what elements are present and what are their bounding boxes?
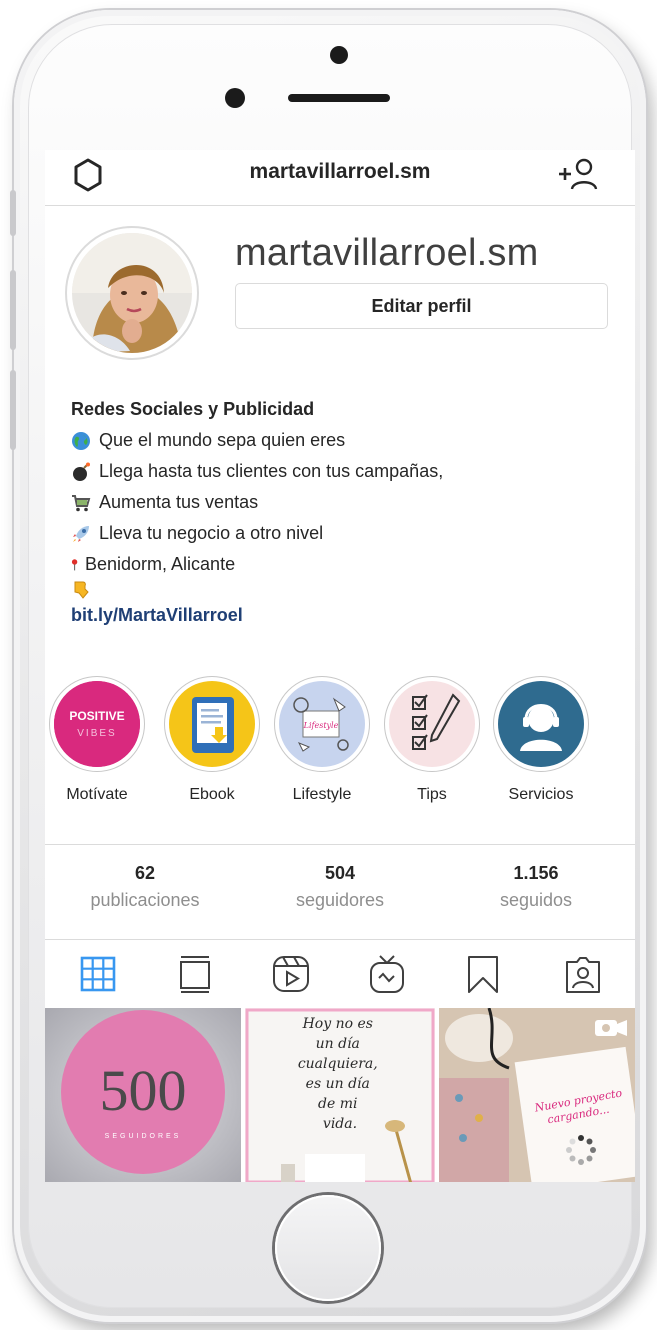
- svg-text:Lifestyle: Lifestyle: [303, 721, 339, 730]
- post-thumbnail[interactable]: Hoy no es un día cualquiera, es un día d…: [245, 1008, 435, 1182]
- highlight-label: Lifestyle: [292, 786, 352, 803]
- shopping-cart-emoji-icon: [72, 494, 91, 511]
- bio-line: [71, 580, 621, 600]
- volume-down-button: [10, 370, 16, 450]
- support-agent-icon: [498, 681, 584, 767]
- post-quote: Hoy no es un día cualquiera, es un día d…: [245, 1008, 435, 1182]
- globe-emoji-icon: [72, 431, 90, 450]
- ebook-tablet-icon: [169, 681, 255, 767]
- stat-following[interactable]: 1.156 seguidos: [438, 863, 634, 911]
- post-thumbnail[interactable]: 500 SEGUIDORES: [45, 1008, 241, 1182]
- bio-line: Que el mundo sepa quien eres: [71, 425, 621, 456]
- highlight-label: Tips: [417, 786, 447, 803]
- bio-line-text: Que el mundo sepa quien eres: [99, 430, 346, 450]
- profile-username: martavillarroel.sm: [235, 232, 539, 274]
- post-500-followers: 500 SEGUIDORES: [45, 1008, 241, 1182]
- front-camera: [225, 88, 245, 108]
- checklist-pen-icon: [389, 681, 475, 767]
- video-post-icon: [595, 1020, 627, 1036]
- stat-label: publicaciones: [90, 890, 200, 910]
- reels-icon[interactable]: [271, 954, 311, 994]
- stat-label: seguidores: [295, 890, 385, 910]
- rocket-emoji-icon: [73, 525, 89, 542]
- highlight-cover: Lifestyle: [279, 681, 365, 767]
- bio-line-text: Lleva tu negocio a otro nivel: [99, 523, 324, 543]
- proximity-sensor: [330, 46, 348, 64]
- bio-line: Lleva tu negocio a otro nivel: [71, 518, 621, 549]
- highlight-lifestyle[interactable]: Lifestyle Lifestyle: [272, 676, 372, 804]
- volume-up-button: [10, 270, 16, 350]
- bomb-emoji-icon: [73, 462, 90, 481]
- post-thumbnail[interactable]: Nuevo proyecto cargando...: [439, 1008, 635, 1182]
- highlight-tips[interactable]: Tips: [382, 676, 482, 804]
- pointing-down-emoji-icon: [74, 581, 89, 599]
- stat-followers[interactable]: 504 seguidores: [242, 863, 438, 911]
- bio-line-text: Aumenta tus ventas: [99, 492, 259, 512]
- highlight-servicios[interactable]: Servicios: [491, 676, 591, 804]
- post-big-number: 500: [100, 1058, 187, 1123]
- add-user-icon[interactable]: [557, 156, 599, 192]
- round-pushpin-emoji-icon: [71, 558, 78, 570]
- tagged-photos-icon[interactable]: [563, 954, 603, 994]
- profile-tabs: [45, 940, 635, 1010]
- silent-switch: [10, 190, 16, 236]
- profile-avatar[interactable]: [65, 226, 199, 360]
- profile-stats: 62 publicaciones 504 seguidores 1.156 se…: [45, 844, 635, 940]
- stat-label: seguidos: [499, 890, 573, 910]
- highlight-cover: [498, 681, 584, 767]
- bio-line-text: Llega hasta tus clientes con tus campaña…: [99, 461, 444, 481]
- lifestyle-collage-icon: Lifestyle: [279, 681, 365, 767]
- grid-icon[interactable]: [78, 954, 118, 994]
- feed-icon[interactable]: [175, 954, 215, 994]
- highlight-ebook[interactable]: Ebook: [162, 676, 262, 804]
- header-username: martavillarroel.sm: [249, 160, 431, 183]
- bio-link[interactable]: bit.ly/MartaVillarroel: [71, 600, 621, 631]
- highlight-cover: POSITIVE VIBES: [54, 681, 140, 767]
- stat-value: 1.156: [513, 863, 559, 883]
- bio-line: Benidorm, Alicante: [71, 549, 621, 580]
- edit-profile-button[interactable]: Editar perfil: [235, 283, 608, 329]
- bio-name: Redes Sociales y Publicidad: [71, 399, 315, 419]
- bio-line: Aumenta tus ventas: [71, 487, 621, 518]
- bio-line: Llega hasta tus clientes con tus campaña…: [71, 456, 621, 487]
- stat-posts[interactable]: 62 publicaciones: [47, 863, 243, 911]
- posts-grid: 500 SEGUIDORES Hoy no es un día cualquie…: [45, 1008, 635, 1182]
- svg-text:VIBES: VIBES: [77, 728, 116, 739]
- highlight-cover: [389, 681, 475, 767]
- highlight-label: Motívate: [66, 786, 128, 803]
- highlight-label: Servicios: [508, 786, 574, 803]
- post-small-text: SEGUIDORES: [105, 1133, 182, 1140]
- post-new-project: Nuevo proyecto cargando...: [439, 1008, 635, 1182]
- instagram-profile-screen: martavillarroel.sm martavillarroel.sm Ed…: [45, 150, 635, 1182]
- stat-value: 504: [324, 863, 356, 883]
- highlight-cover: [169, 681, 255, 767]
- bio-line-text: Benidorm, Alicante: [85, 554, 236, 574]
- home-button[interactable]: [275, 1195, 381, 1301]
- highlight-motivate[interactable]: POSITIVE VIBES Motívate: [47, 676, 147, 804]
- igtv-icon[interactable]: [367, 954, 407, 994]
- saved-bookmark-icon[interactable]: [463, 954, 503, 994]
- story-highlights: POSITIVE VIBES Motívate Ebook Lifestyle …: [45, 676, 635, 816]
- stat-value: 62: [134, 863, 156, 883]
- svg-text:POSITIVE: POSITIVE: [69, 709, 124, 723]
- avatar-photo: [72, 233, 192, 353]
- profile-bio: Redes Sociales y Publicidad Que el mundo…: [71, 394, 621, 631]
- top-bar: martavillarroel.sm: [45, 150, 635, 206]
- highlight-label: Ebook: [189, 786, 235, 803]
- earpiece-speaker: [288, 94, 390, 102]
